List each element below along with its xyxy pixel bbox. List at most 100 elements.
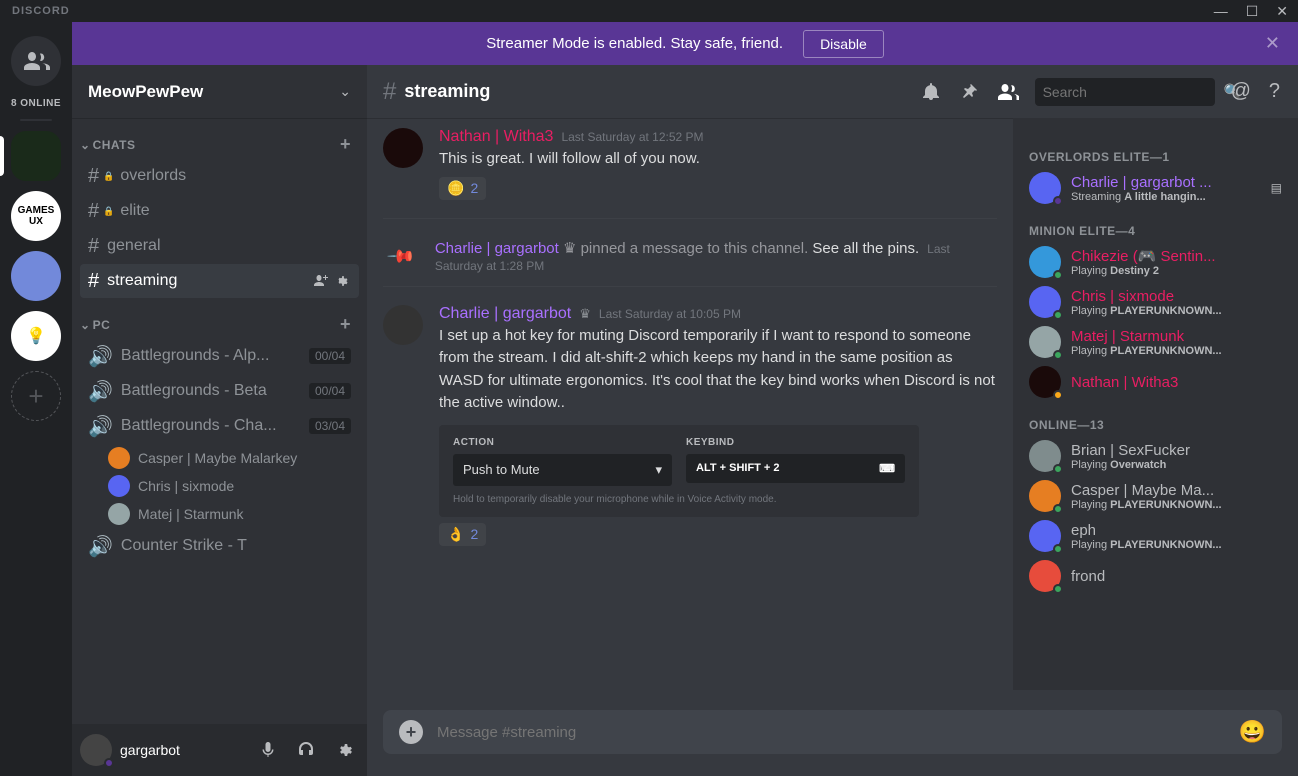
embed-keybind-label: KEYBIND [686,437,905,448]
category-chats[interactable]: ⌄ CHATS + [72,134,367,155]
avatar[interactable] [80,734,112,766]
channel-elite[interactable]: #🔒elite [80,194,359,228]
minimize-button[interactable]: — [1214,3,1228,20]
emoji-button[interactable]: 😀 [1239,719,1266,745]
see-pins-link[interactable]: See all the pins. [812,240,919,257]
add-channel-button[interactable]: + [340,134,351,155]
message-author[interactable]: Nathan | Witha3 [439,128,553,146]
message-input[interactable] [437,724,1225,741]
member-item[interactable]: Charlie | gargarbot ...Streaming A littl… [1021,168,1290,208]
voice-cs[interactable]: 🔊Counter Strike - T [80,529,359,563]
role-header: MINION ELITE—4 [1021,208,1290,242]
pin-icon: 📌 [381,236,421,276]
pin-author[interactable]: Charlie | gargarbot [435,240,559,257]
member-item[interactable]: Chikezie (🎮 Sentin...Playing Destiny 2 [1021,242,1290,282]
username: gargarbot [120,742,245,758]
titlebar: DISCORD — ☐ ✕ [0,0,1298,22]
role-header: OVERLORDS ELITE—1 [1021,134,1290,168]
user-panel: gargarbot [72,724,367,776]
attach-button[interactable]: + [399,720,423,744]
embed-hint: Hold to temporarily disable your microph… [453,494,905,505]
message-composer: + 😀 [383,690,1282,754]
speaker-icon: 🔊 [88,379,113,404]
member-list[interactable]: OVERLORDS ELITE—1 Charlie | gargarbot ..… [1013,118,1298,690]
voice-user[interactable]: Chris | sixmode [72,472,367,500]
member-item[interactable]: Chris | sixmodePlaying PLAYERUNKNOWN... [1021,282,1290,322]
lock-icon: 🔒 [103,171,114,182]
message-text: I set up a hot key for muting Discord te… [439,325,997,415]
add-server-button[interactable]: + [11,371,61,421]
member-item[interactable]: Casper | Maybe Ma...Playing PLAYERUNKNOW… [1021,476,1290,516]
voice-bg-alpha[interactable]: 🔊Battlegrounds - Alp...00/04 [80,339,359,373]
speaker-icon: 🔊 [88,534,113,559]
embed-action-select[interactable]: Push to Mute▾ [453,454,672,486]
server-gamesux[interactable]: GAMESUX [11,191,61,241]
invite-icon[interactable] [313,273,329,289]
mentions-button[interactable]: @ [1229,78,1253,105]
voice-bg-beta[interactable]: 🔊Battlegrounds - Beta00/04 [80,374,359,408]
brand-label: DISCORD [4,5,70,17]
friends-icon [22,51,50,71]
chevron-down-icon: ⌄ [80,318,91,332]
notifications-button[interactable] [919,80,943,104]
mute-button[interactable] [253,735,283,765]
server-blue[interactable] [11,251,61,301]
gear-icon[interactable] [335,273,351,289]
message: Nathan | Witha3 Last Saturday at 12:52 PM… [383,118,997,219]
embed-action-label: ACTION [453,437,672,448]
avatar[interactable] [383,305,423,345]
role-header: ONLINE—13 [1021,402,1290,436]
channel-general[interactable]: #general [80,229,359,263]
keybind-embed: ACTION Push to Mute▾ KEYBIND ALT + SHIFT… [439,425,919,517]
crown-icon: ♛ [579,306,591,322]
speaker-icon: 🔊 [88,414,113,439]
hash-icon: # [383,78,396,106]
channel-sidebar: MeowPewPew ⌄ ⌄ CHATS + #🔒overlords #🔒eli… [72,65,367,776]
disable-button[interactable]: Disable [803,30,884,58]
server-meowpewpew[interactable] [11,131,61,181]
maximize-button[interactable]: ☐ [1246,3,1259,20]
member-item[interactable]: Matej | StarmunkPlaying PLAYERUNKNOWN... [1021,322,1290,362]
member-item[interactable]: Brian | SexFuckerPlaying Overwatch [1021,436,1290,476]
reaction[interactable]: 👌2 [439,523,486,546]
banner-text: Streamer Mode is enabled. Stay safe, fri… [486,35,783,52]
banner-close-button[interactable]: ✕ [1265,33,1280,54]
help-button[interactable]: ? [1267,78,1282,105]
search-box[interactable]: 🔍 [1035,78,1215,106]
voice-bg-cha[interactable]: 🔊Battlegrounds - Cha...03/04 [80,409,359,443]
reaction[interactable]: 🪙2 [439,177,486,200]
server-header[interactable]: MeowPewPew ⌄ [72,65,367,118]
chevron-down-icon: ⌄ [339,83,351,100]
embed-keybind-value[interactable]: ALT + SHIFT + 2⌨ [686,454,905,483]
member-item[interactable]: frond [1021,556,1290,596]
message-timestamp: Last Saturday at 12:52 PM [561,130,703,144]
close-button[interactable]: ✕ [1276,3,1288,20]
online-count: 8 ONLINE [11,98,61,109]
search-input[interactable] [1043,84,1224,100]
message: Charlie | gargarbot ♛Last Saturday at 10… [383,295,997,556]
member-item[interactable]: Nathan | Witha3 [1021,362,1290,402]
deafen-button[interactable] [291,735,321,765]
server-name: MeowPewPew [88,82,203,102]
crown-icon: ♛ [563,240,576,257]
category-pc[interactable]: ⌄ PC + [72,314,367,335]
chevron-down-icon: ▾ [655,462,662,478]
settings-button[interactable] [329,735,359,765]
voice-user[interactable]: Casper | Maybe Malarkey [72,444,367,472]
add-channel-button[interactable]: + [340,314,351,335]
speaker-icon: 🔊 [88,344,113,369]
pins-button[interactable] [957,80,981,104]
home-button[interactable] [11,36,61,86]
avatar[interactable] [383,128,423,168]
chat-content: #streaming 🔍 @ ? Nathan | Witha3Last Sat… [367,65,1298,776]
message-list[interactable]: Nathan | Witha3 Last Saturday at 12:52 PM… [367,118,1013,690]
channel-streaming[interactable]: #streaming [80,264,359,298]
voice-user[interactable]: Matej | Starmunk [72,500,367,528]
members-button[interactable] [995,80,1021,104]
message-text: This is great. I will follow all of you … [439,148,997,171]
member-item[interactable]: ephPlaying PLAYERUNKNOWN... [1021,516,1290,556]
server-bulb[interactable]: 💡 [11,311,61,361]
channel-overlords[interactable]: #🔒overlords [80,159,359,193]
streamer-mode-banner: Streamer Mode is enabled. Stay safe, fri… [72,22,1298,65]
message-author[interactable]: Charlie | gargarbot [439,305,571,323]
